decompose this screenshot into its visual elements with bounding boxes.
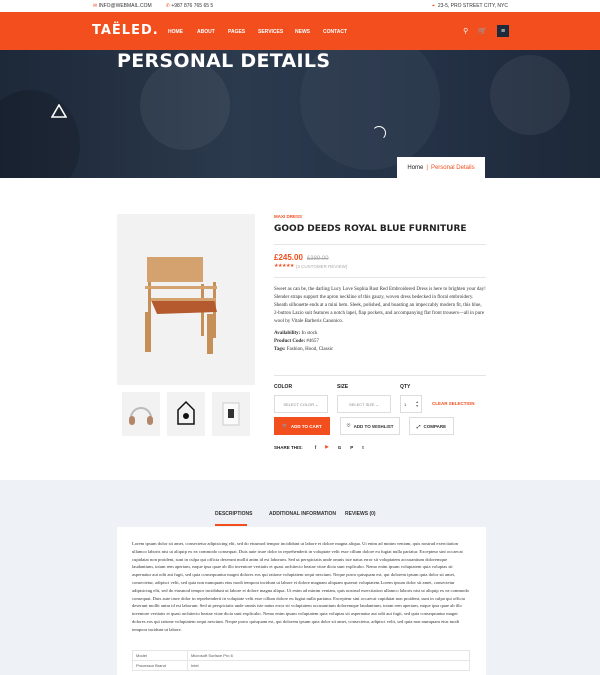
phone-info[interactable]: ✆ +987 876 765 65 5 <box>166 3 213 9</box>
size-select[interactable]: SELECT SIZE ⌄ <box>337 395 391 413</box>
active-tab-indicator <box>215 524 247 526</box>
tags-label: Tags: <box>274 347 286 352</box>
cart-icon: 🛒 <box>282 423 288 428</box>
compare-icon: ⤢ <box>416 423 421 429</box>
spec-value: Intel <box>187 660 470 671</box>
rating-stars-icon: ★★★★★ <box>274 263 294 269</box>
color-select-value: SELECT COLOR <box>283 401 315 407</box>
nav-home[interactable]: HOME <box>168 29 197 35</box>
heart-icon: ♡ <box>346 423 351 428</box>
thumbnail-box[interactable] <box>212 392 250 436</box>
tab-description-text: Lorem ipsum dolor sit amet, consectetur … <box>132 541 469 632</box>
add-to-wishlist-button[interactable]: ♡ ADD TO WISHLIST <box>340 417 400 435</box>
top-bar: ✉ INFO@WEBMAIL.COM ✆ +987 876 765 65 5 ⌖… <box>0 0 600 12</box>
nav-contact[interactable]: CONTACT <box>323 29 347 35</box>
divider <box>274 375 486 376</box>
headphones-icon <box>129 407 153 425</box>
breadcrumb-home[interactable]: Home <box>407 165 423 171</box>
location-pin-icon: ⌖ <box>432 3 435 9</box>
hero-photo-figure <box>0 90 80 178</box>
table-row: Processor Brand Intel <box>132 660 470 671</box>
compare-label: COMPARE <box>423 423 447 429</box>
add-to-cart-label: ADD TO CART <box>290 423 322 429</box>
mail-icon: ✉ <box>93 3 98 9</box>
compare-button[interactable]: ⤢ COMPARE <box>409 417 454 435</box>
address-text: 23-5, PRO STREET CITY, NYC <box>437 3 508 9</box>
product-category[interactable]: MAXI DRESS <box>274 214 486 219</box>
search-icon[interactable]: ⚲ <box>463 27 468 35</box>
pinterest-icon[interactable]: P <box>350 445 353 450</box>
email-info[interactable]: ✉ INFO@WEBMAIL.COM <box>93 3 152 9</box>
address-info: ⌖ 23-5, PRO STREET CITY, NYC <box>432 3 508 9</box>
menu-icon[interactable]: ≡ <box>497 25 509 37</box>
product-info: MAXI DRESS GOOD DEEDS ROYAL BLUE FURNITU… <box>274 214 486 354</box>
play-triangle-icon[interactable] <box>51 104 67 118</box>
hero-photo-figure <box>140 60 230 150</box>
qty-label: QTY <box>400 384 411 390</box>
code-value: #4657 <box>306 339 319 344</box>
qty-arrows-icon[interactable]: ▴ ▾ <box>416 400 418 408</box>
qty-value: 1 <box>404 401 407 407</box>
spec-value: Microsoft Surface Pro 6 <box>187 650 470 661</box>
google-icon[interactable]: G <box>338 445 342 450</box>
phone-text: +987 876 765 65 5 <box>171 3 214 9</box>
chair-image <box>145 257 217 354</box>
share-bar: SHARE THIS: f ▶ G P t <box>274 444 364 450</box>
thumbnail-headphones[interactable] <box>122 392 160 436</box>
spec-table: Model Microsoft Surface Pro 6 Processor B… <box>132 650 470 671</box>
breadcrumb: Home | Personal Details <box>397 157 485 178</box>
clear-selection-link[interactable]: CLEAR SELECTION <box>432 401 475 406</box>
size-select-value: SELECT SIZE <box>349 401 375 407</box>
product-image[interactable] <box>117 214 255 385</box>
tab-descriptions[interactable]: DESCRIPTIONS <box>215 511 253 517</box>
spec-key: Processor Brand <box>132 660 188 671</box>
nav-services[interactable]: SERVICES <box>258 29 295 35</box>
product-old-price: £389.00 <box>306 256 329 262</box>
spec-key: Model <box>132 650 188 661</box>
twitter-icon[interactable]: t <box>362 445 364 450</box>
color-label: COLOR <box>274 384 293 390</box>
facebook-icon[interactable]: f <box>315 445 317 450</box>
table-row: Model Microsoft Surface Pro 6 <box>132 650 470 661</box>
tab-additional-information[interactable]: ADDITIONAL INFORMATION <box>269 511 336 517</box>
size-label: SIZE <box>337 384 349 390</box>
breadcrumb-current: Personal Details <box>430 164 475 171</box>
product-description: Sweet as can be, the darling Lucy Love S… <box>274 287 486 324</box>
divider <box>274 244 486 245</box>
cart-icon[interactable]: 🛒 <box>478 27 487 35</box>
share-label: SHARE THIS: <box>274 444 303 450</box>
page-title: PERSONAL DETAILS <box>117 50 331 72</box>
tab-reviews[interactable]: REVIEWS (0) <box>345 511 376 517</box>
breadcrumb-separator: | <box>426 164 428 171</box>
qty-stepper[interactable]: 1 ▴ ▾ <box>400 395 422 413</box>
email-text: INFO@WEBMAIL.COM <box>98 3 152 9</box>
color-select[interactable]: SELECT COLOR ⌄ <box>274 395 328 413</box>
box-icon <box>222 402 240 426</box>
product-meta: Availability: In stock Product Code: #46… <box>274 330 486 354</box>
tags-value[interactable]: Fashion, Hood, Classic <box>287 347 333 352</box>
add-to-cart-button[interactable]: 🛒 ADD TO CART <box>274 417 330 435</box>
availability-label: Availability: <box>274 331 301 336</box>
product-price: £245.00 <box>274 253 303 262</box>
logo[interactable]: TAËLED. <box>92 23 159 38</box>
availability-value: In stock <box>301 331 318 336</box>
product-title: GOOD DEEDS ROYAL BLUE FURNITURE <box>274 224 467 234</box>
main-nav: HOME ABOUT PAGES SERVICES NEWS CONTACT <box>168 29 347 35</box>
loading-spinner-icon <box>372 126 386 140</box>
review-count[interactable]: (3 CUSTOMER REVIEW) <box>296 264 347 269</box>
wishlist-label: ADD TO WISHLIST <box>353 423 394 429</box>
divider <box>274 277 486 278</box>
hero-photo-figure <box>490 55 570 135</box>
nav-pages[interactable]: PAGES <box>228 29 258 35</box>
main-header: TAËLED. HOME ABOUT PAGES SERVICES NEWS C… <box>0 12 600 50</box>
nav-news[interactable]: NEWS <box>295 29 323 35</box>
youtube-icon[interactable]: ▶ <box>325 444 328 450</box>
thumbnail-bag[interactable] <box>167 392 205 436</box>
bag-icon <box>177 400 195 425</box>
nav-about[interactable]: ABOUT <box>197 29 228 35</box>
code-label: Product Code: <box>274 339 306 344</box>
phone-icon: ✆ <box>165 3 170 9</box>
